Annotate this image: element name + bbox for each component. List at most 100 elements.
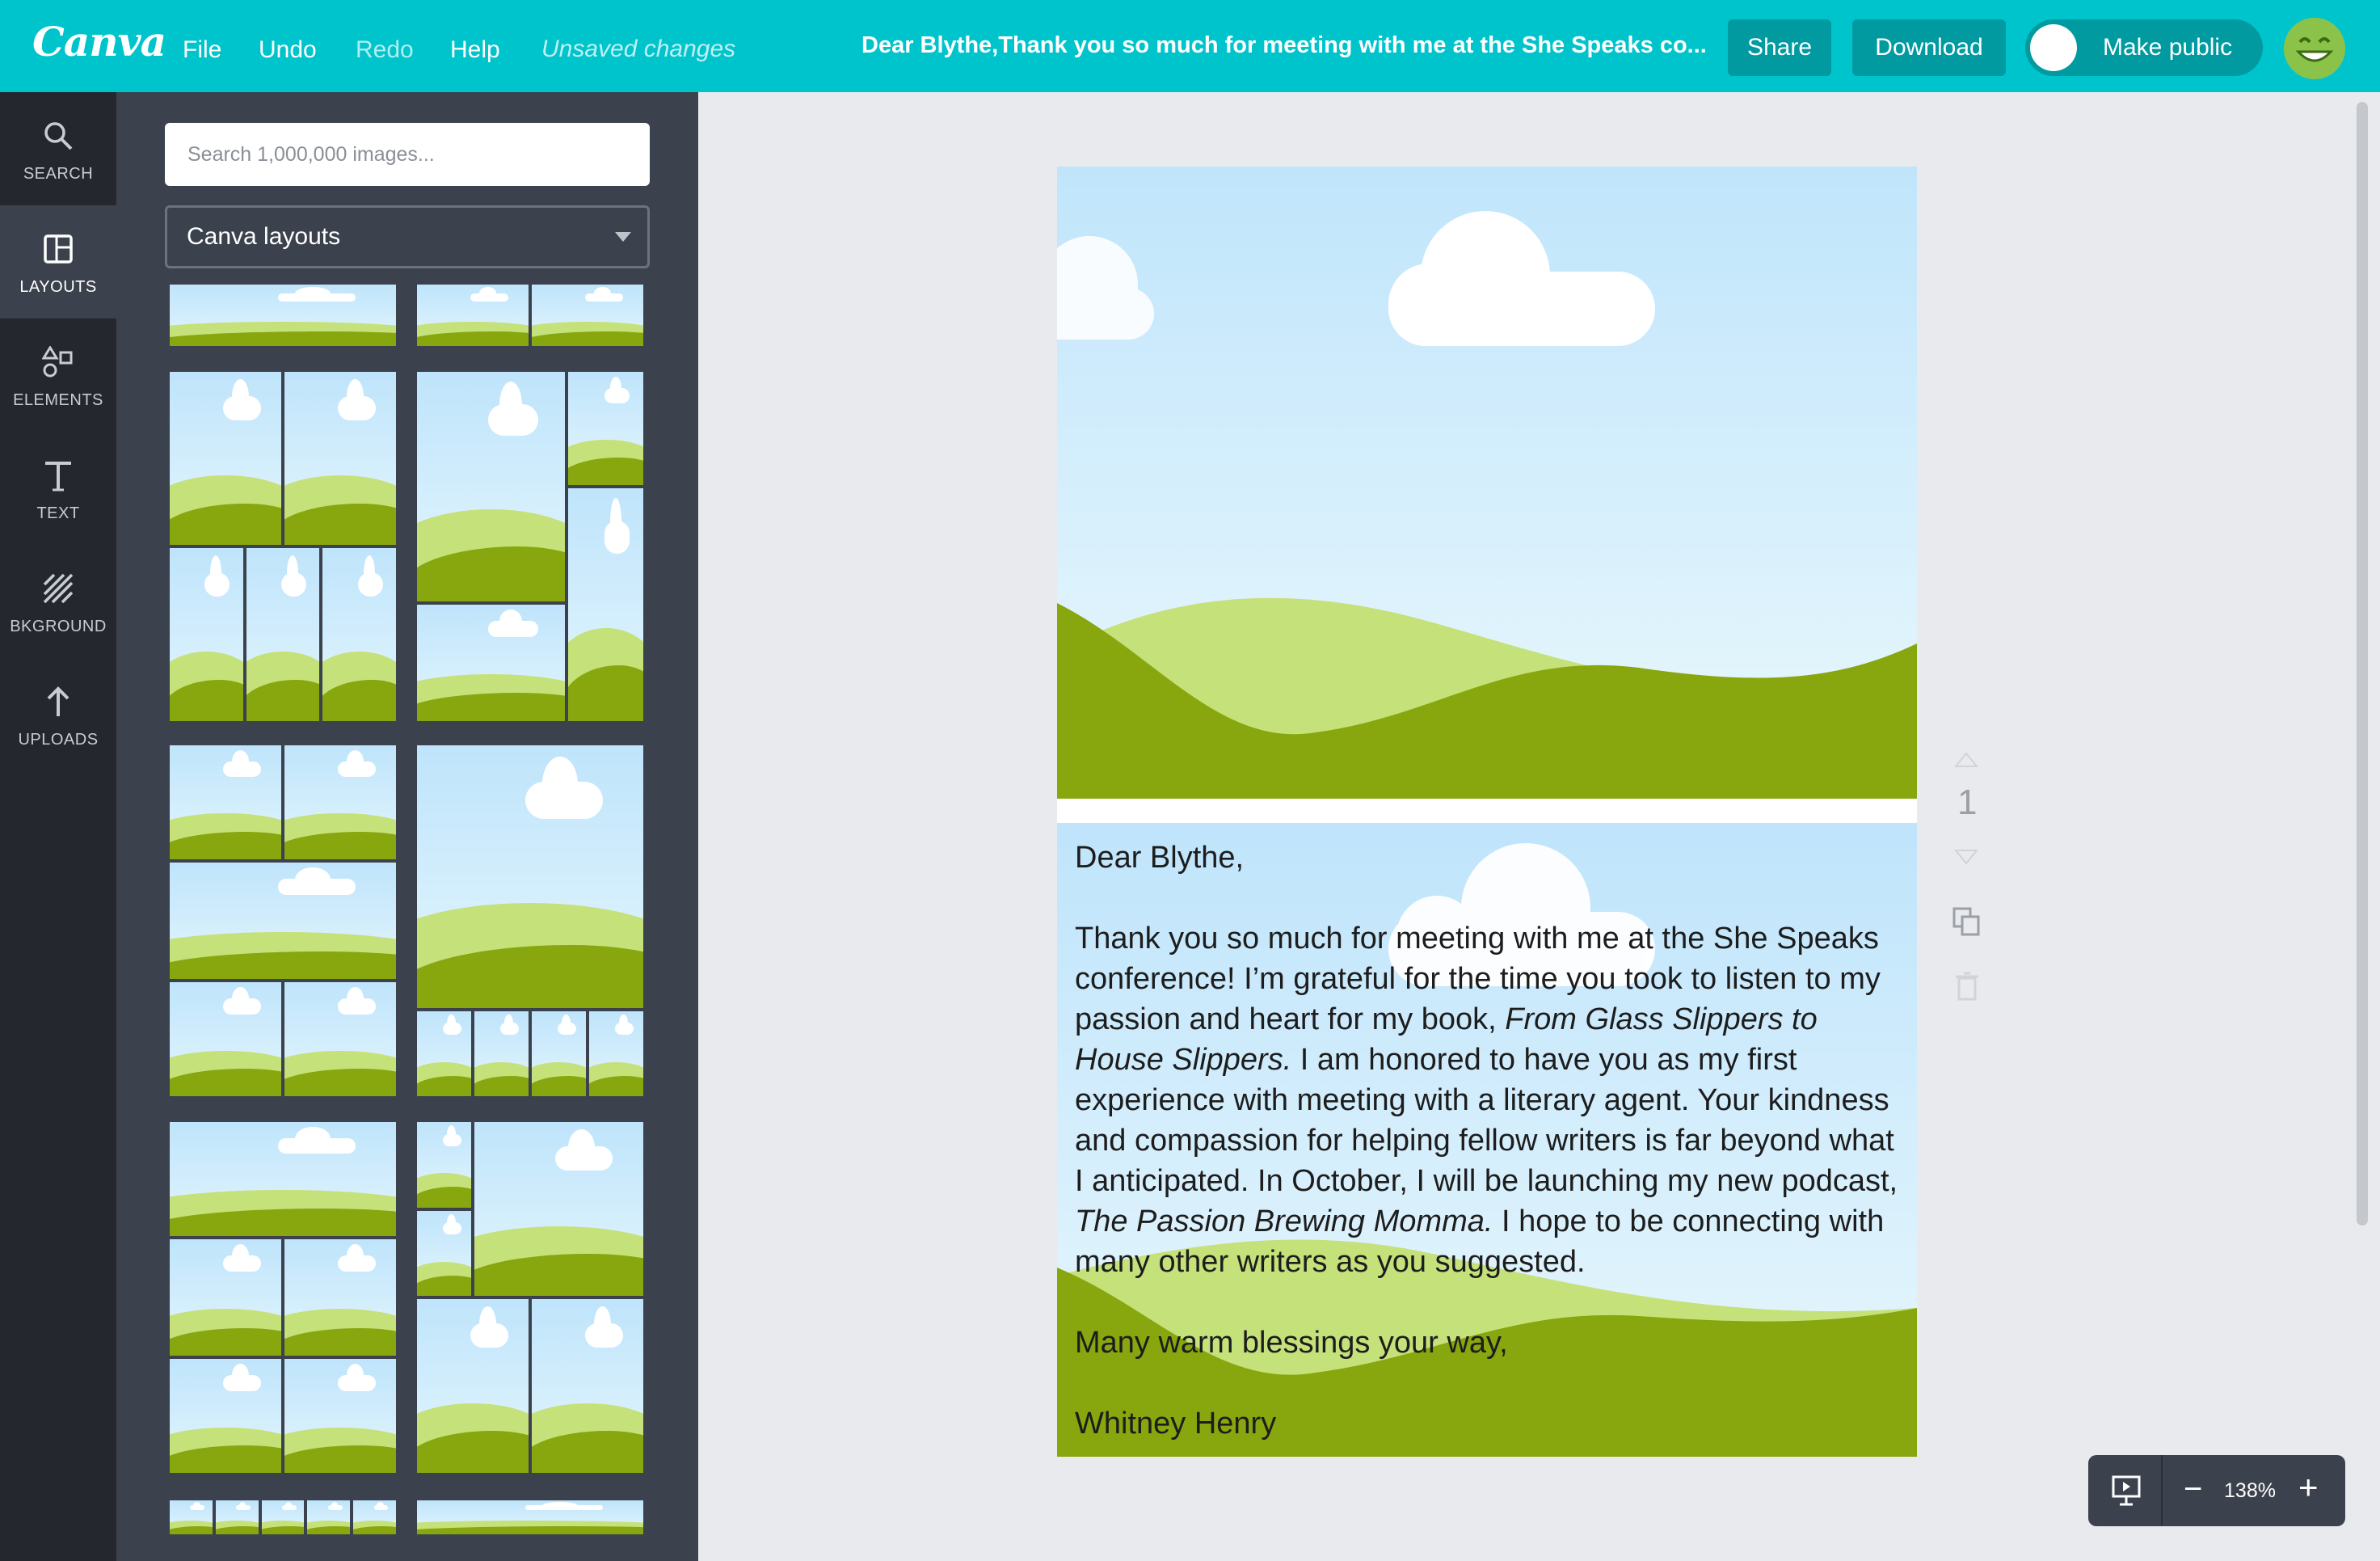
search-icon xyxy=(44,122,73,150)
layout-thumbnail[interactable] xyxy=(415,744,645,1098)
layout-thumbnail-image xyxy=(283,370,398,546)
top-bar: Canva File Undo Redo Help Unsaved change… xyxy=(0,0,2380,92)
rail-text[interactable]: TEXT xyxy=(0,432,116,545)
chevron-down-icon xyxy=(615,232,631,242)
upload-icon xyxy=(47,686,70,716)
layout-thumbnail-image xyxy=(283,981,398,1098)
move-page-down-icon[interactable] xyxy=(1954,849,1978,865)
toggle-knob xyxy=(2030,24,2077,71)
menu-help[interactable]: Help xyxy=(450,36,500,65)
layout-thumbnail-image xyxy=(567,486,645,723)
download-button[interactable]: Download xyxy=(1852,19,2006,76)
layout-thumbnail-image xyxy=(530,1009,588,1098)
layout-thumbnail-image xyxy=(283,1357,398,1475)
presentation-mode-button[interactable] xyxy=(2088,1455,2163,1526)
layout-thumbnail-image xyxy=(168,1237,283,1358)
layout-thumbnail-image xyxy=(283,1237,398,1358)
page-number: 1 xyxy=(1957,783,1978,822)
layout-thumbnail-image xyxy=(168,860,398,981)
layout-thumbnail-image xyxy=(213,1499,260,1536)
document-title[interactable]: Dear Blythe,Thank you so much for meetin… xyxy=(861,32,1710,59)
layout-thumbnail[interactable] xyxy=(415,370,645,723)
layout-thumbnail-image xyxy=(283,744,398,861)
layout-thumbnail-image xyxy=(415,744,645,1010)
vertical-scrollbar[interactable] xyxy=(2357,102,2368,1226)
layout-thumbnail-image xyxy=(321,546,398,723)
layout-thumbnail-image xyxy=(415,1009,473,1098)
rail-layouts[interactable]: LAYOUTS xyxy=(0,205,116,319)
zoom-in-button[interactable]: + xyxy=(2298,1470,2319,1505)
zoom-bar: − 138% + xyxy=(2088,1455,2345,1526)
layout-thumbnail[interactable] xyxy=(168,744,398,1098)
layout-thumbnail[interactable] xyxy=(168,283,398,348)
menu-file[interactable]: File xyxy=(183,36,221,65)
text-icon xyxy=(45,462,71,492)
duplicate-page-icon[interactable] xyxy=(1951,905,1983,938)
design-page[interactable]: Dear Blythe, Thank you so much for meeti… xyxy=(1057,167,1917,1457)
rail-elements-label: ELEMENTS xyxy=(13,391,103,409)
layout-thumbnail-image xyxy=(259,1499,306,1536)
menu-undo[interactable]: Undo xyxy=(259,36,317,65)
delete-page-icon[interactable] xyxy=(1954,972,1980,1001)
layout-thumbnail[interactable] xyxy=(415,1120,645,1475)
rail-uploads[interactable]: UPLOADS xyxy=(0,658,116,771)
layouts-panel: Canva layouts xyxy=(116,92,698,1561)
podcast-title: The Passion Brewing Momma. xyxy=(1075,1205,1493,1238)
layout-thumbnail-image xyxy=(473,1120,645,1297)
save-status: Unsaved changes xyxy=(541,36,736,62)
layout-thumbnail[interactable] xyxy=(415,1499,645,1536)
layout-thumbnail-image xyxy=(530,283,645,348)
presentation-icon xyxy=(2112,1475,2141,1506)
layout-thumbnail-image xyxy=(168,1357,283,1475)
layout-thumbnail[interactable] xyxy=(168,1120,398,1475)
letter-closing: Many warm blessings your way, xyxy=(1075,1326,1508,1360)
layout-category-value: Canva layouts xyxy=(187,223,341,250)
layout-thumbnail-image xyxy=(352,1499,398,1536)
layout-thumbnail-image xyxy=(473,1009,530,1098)
letter-signature: Whitney Henry xyxy=(1075,1407,1277,1441)
rail-search-label: SEARCH xyxy=(23,165,94,183)
layout-thumbnail-image xyxy=(415,602,567,723)
make-public-label: Make public xyxy=(2103,34,2233,61)
canva-logo[interactable]: Canva xyxy=(32,18,166,65)
background-icon xyxy=(43,573,74,604)
zoom-out-button[interactable]: − xyxy=(2184,1471,2202,1507)
layout-thumbnail-image xyxy=(530,1297,645,1475)
make-public-toggle[interactable]: Make public xyxy=(2025,19,2263,76)
image-search-input[interactable] xyxy=(165,123,650,186)
layout-thumbnail-image xyxy=(305,1499,352,1536)
letter-text[interactable]: Dear Blythe, Thank you so much for meeti… xyxy=(1075,823,1907,1444)
rail-uploads-label: UPLOADS xyxy=(18,731,99,749)
layout-thumbnail-image xyxy=(415,1120,473,1209)
rail-background[interactable]: BKGROUND xyxy=(0,545,116,658)
layout-thumbnail-image xyxy=(168,370,283,546)
layout-thumbnail[interactable] xyxy=(415,283,645,348)
layout-thumbnail-image xyxy=(415,1499,645,1536)
share-button[interactable]: Share xyxy=(1728,19,1831,76)
rail-search[interactable]: SEARCH xyxy=(0,92,116,205)
layout-thumbnail[interactable] xyxy=(168,1499,398,1536)
landscape-image-top[interactable] xyxy=(1057,167,1917,799)
layout-thumbnail-image xyxy=(168,546,245,723)
layout-thumbnail-image xyxy=(168,981,283,1098)
smiley-avatar-icon xyxy=(2284,18,2345,79)
layout-thumbnail-image xyxy=(168,1499,214,1536)
layout-thumbnail-image xyxy=(588,1009,645,1098)
layouts-icon xyxy=(44,234,73,264)
layout-thumbnail[interactable] xyxy=(168,370,398,723)
letter-body: Thank you so much for meeting with me at… xyxy=(1075,918,1907,1282)
left-rail: SEARCH LAYOUTS ELEMENTS TEXT BKGROUND UP… xyxy=(0,92,116,1561)
layout-thumbnail-image xyxy=(415,283,530,348)
move-page-up-icon[interactable] xyxy=(1954,752,1978,768)
elements-icon xyxy=(42,346,73,378)
layout-thumbnail-image xyxy=(415,1209,473,1297)
canvas-area: Dear Blythe, Thank you so much for meeti… xyxy=(698,92,2380,1561)
menu-redo[interactable]: Redo xyxy=(356,36,414,65)
avatar[interactable] xyxy=(2284,18,2345,79)
layout-thumbnail-image xyxy=(415,370,567,603)
layout-category-select[interactable]: Canva layouts xyxy=(165,205,650,268)
letter-greeting: Dear Blythe, xyxy=(1075,841,1245,875)
rail-elements[interactable]: ELEMENTS xyxy=(0,319,116,432)
zoom-level: 138% xyxy=(2224,1479,2276,1502)
layout-thumbnail-image xyxy=(168,744,283,861)
